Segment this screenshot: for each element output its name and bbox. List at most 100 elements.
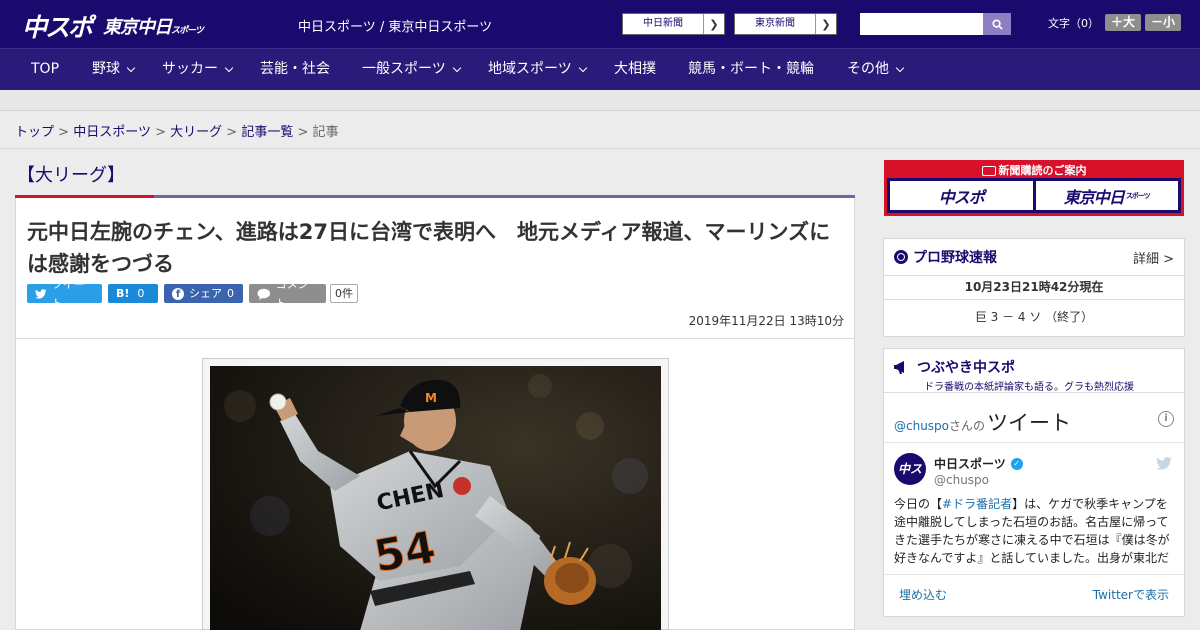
breadcrumb-article-list[interactable]: 記事一覧 [241,125,293,140]
scores-timestamp: 10月23日21時42分現在 [884,275,1184,299]
speech-bubble-icon [257,288,271,300]
subscription-title: 新聞購読のご案内 [884,162,1184,178]
font-smaller-button[interactable]: －小 [1145,14,1182,31]
search-icon [991,18,1003,30]
article-photo[interactable]: M CHEN 54 [210,366,661,630]
nav-label: 競馬・ボート・競輪 [688,61,814,77]
comment-count: 0件 [330,284,358,303]
breadcrumb-separator: > [58,125,70,140]
top-header: 中スポ 東京中日スポーツ 中日スポーツ / 東京中日スポーツ 中日新聞 ❯ 東京… [0,0,1200,48]
nav-item-soccer[interactable]: サッカー [162,49,234,90]
article-card: 元中日左腕のチェン、進路は27日に台湾で表明へ 地元メディア報道、マーリンズには… [15,198,855,630]
score-row[interactable]: 巨 3 － 4 ソ （終了） [884,299,1184,335]
article-date: 2019年11月22日 13時10分 [688,314,844,328]
logo-tokyo-chunichi[interactable]: 東京中日スポーツ [103,13,204,39]
nav-label: 一般スポーツ [362,61,446,77]
site-names[interactable]: 中日スポーツ / 東京中日スポーツ [298,16,492,35]
tweet-account-name[interactable]: 中日スポーツ ✓ [934,455,1023,472]
nav-item-general-sports[interactable]: 一般スポーツ [362,49,461,90]
nav-item-sumo[interactable]: 大相撲 [614,49,656,90]
chevron-down-icon [895,63,905,72]
logo-chuspo[interactable]: 中スポ [22,8,93,44]
nav-label: その他 [847,61,889,77]
timeline-handle[interactable]: @chuspo [894,419,949,433]
subscribe-tokyo-text: 東京中日 [1063,187,1125,207]
tweet-text: 今日の【#ドラ番記者】は、ケガで秋季キャンプを途中離脱してしまった石垣のお話。名… [894,495,1176,567]
font-larger-button[interactable]: ＋大 [1105,14,1142,31]
nav-item-baseball[interactable]: 野球 [92,49,136,90]
nav-label: サッカー [162,61,218,77]
paper-link-label: 東京新聞 [755,18,795,29]
comment-button[interactable]: コメント [249,278,326,310]
hatena-icon: B! [116,287,130,300]
search-input[interactable] [860,13,983,35]
search-button[interactable] [983,13,1011,35]
tweet-button[interactable]: ツイート [27,278,102,310]
tweet-text-pre: 今日の【 [894,497,943,511]
facebook-icon: f [172,287,184,300]
share-buttons: ツイート B! 0 f シェア 0 コメント 0件 [27,278,358,310]
subscribe-chuspo[interactable]: 中スポ [890,181,1033,210]
subscribe-tokyo-sub: スポーツ [1125,191,1151,200]
baseball-widget-title: プロ野球速報 [913,250,997,266]
tokyo-shimbun-link[interactable]: 東京新聞 ❯ [734,13,837,35]
paper-link-label: 中日新聞 [643,18,683,29]
breadcrumb-separator: > [155,125,166,140]
nav-item-racing[interactable]: 競馬・ボート・競輪 [688,49,814,90]
facebook-count: 0 [227,287,234,300]
divider [0,148,1200,149]
newspaper-icon [981,166,996,176]
twitter-widget-header: つぶやき中スポ ドラ番戦の本紙評論家も語る。グラも熱烈応援 [884,349,1184,393]
comment-label: コメント [275,277,309,310]
article-headline: 元中日左腕のチェン、進路は27日に台湾で表明へ 地元メディア報道、マーリンズには… [27,220,831,276]
subscription-banner[interactable]: 新聞購読のご案内 中スポ 東京中日 スポーツ [884,160,1184,216]
pitcher-photo: M CHEN 54 [210,366,661,630]
hatena-bookmark-button[interactable]: B! 0 [108,284,158,303]
site-logo[interactable]: 中スポ 東京中日スポーツ [22,8,204,44]
tweet-label: ツイート [51,277,85,310]
twitter-widget-title: つぶやき中スポ [917,360,1015,376]
hatena-count: 0 [137,287,145,300]
twitter-bird-icon [35,288,47,299]
chevron-down-icon [452,63,461,72]
breadcrumb-chunichi-sports[interactable]: 中日スポーツ [73,125,151,140]
jersey-number: 54 [370,522,439,583]
nav-label: 野球 [92,61,120,77]
info-icon[interactable]: i [1158,411,1174,427]
breadcrumb-separator: > [297,125,309,140]
view-on-twitter-link[interactable]: Twitterで表示 [1093,586,1169,603]
subscription-cards: 中スポ 東京中日 スポーツ [887,178,1181,213]
nav-item-top[interactable]: TOP [31,49,59,90]
logo-tokyo-sub: スポーツ [171,26,204,36]
tweet-account-handle[interactable]: @chuspo [934,473,989,487]
chunichi-shimbun-link[interactable]: 中日新聞 ❯ [622,13,725,35]
twitter-widget-footer: 埋め込む Twitterで表示 [884,574,1184,614]
nav-item-other[interactable]: その他 [847,49,905,90]
megaphone-icon [894,361,904,374]
chevron-right-icon: ❯ [703,14,724,34]
nav-item-local-sports[interactable]: 地域スポーツ [488,49,587,90]
breadcrumb-mlb[interactable]: 大リーグ [170,125,222,140]
twitter-bird-icon[interactable] [1156,455,1172,474]
breadcrumb: トップ > 中日スポーツ > 大リーグ > 記事一覧 > 記事 [15,121,339,140]
svg-text:M: M [425,391,437,405]
nav-label: 大相撲 [614,61,656,77]
baseball-scores-widget: プロ野球速報 詳細 > 10月23日21時42分現在 巨 3 － 4 ソ （終了… [883,238,1185,337]
breadcrumb-top[interactable]: トップ [15,125,54,140]
chevron-right-icon: ❯ [815,14,836,34]
hashtag-link[interactable]: #ドラ番記者 [942,497,1012,511]
avatar[interactable]: 中スポ [894,453,926,508]
article-photo-frame: M CHEN 54 [202,358,669,630]
facebook-share-button[interactable]: f シェア 0 [164,284,243,303]
verified-badge-icon: ✓ [1010,457,1023,470]
facebook-share-label: シェア [189,287,222,300]
breadcrumb-current: 記事 [312,125,339,140]
subscribe-tokyo-chunichi[interactable]: 東京中日 スポーツ [1035,181,1178,210]
timeline-tweet-label: ツイート [987,411,1072,435]
breadcrumb-separator: > [226,125,238,140]
embed-link[interactable]: 埋め込む [899,586,947,603]
font-size-label: 文字（0） [1048,16,1099,30]
baseball-details-link[interactable]: 詳細 > [1133,248,1174,267]
font-size-control: 文字（0） ＋大 －小 [1048,14,1182,31]
nav-item-entertainment[interactable]: 芸能・社会 [260,49,330,90]
